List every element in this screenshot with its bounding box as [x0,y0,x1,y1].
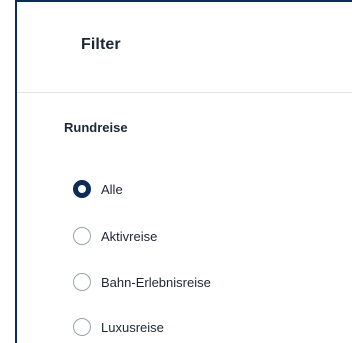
radio-option-aktivreise[interactable]: Aktivreise [73,224,157,248]
radio-option-label: Bahn-Erlebnisreise [101,274,211,290]
filter-panel-header: Filter [17,2,352,93]
radio-option-alle[interactable]: Alle [73,177,123,201]
radio-option-luxusreise[interactable]: Luxusreise [73,315,164,339]
section-title-rundreise: Rundreise [64,120,128,135]
radio-unchecked-icon[interactable] [73,227,91,245]
radio-unchecked-icon[interactable] [73,318,91,336]
radio-option-bahn-erlebnisreise[interactable]: Bahn-Erlebnisreise [73,270,211,294]
radio-option-label: Luxusreise [101,319,164,335]
radio-unchecked-icon[interactable] [73,273,91,291]
radio-option-label: Alle [101,181,123,197]
panel-title: Filter [81,36,121,53]
radio-checked-icon[interactable] [73,180,91,198]
radio-option-label: Aktivreise [101,228,158,244]
